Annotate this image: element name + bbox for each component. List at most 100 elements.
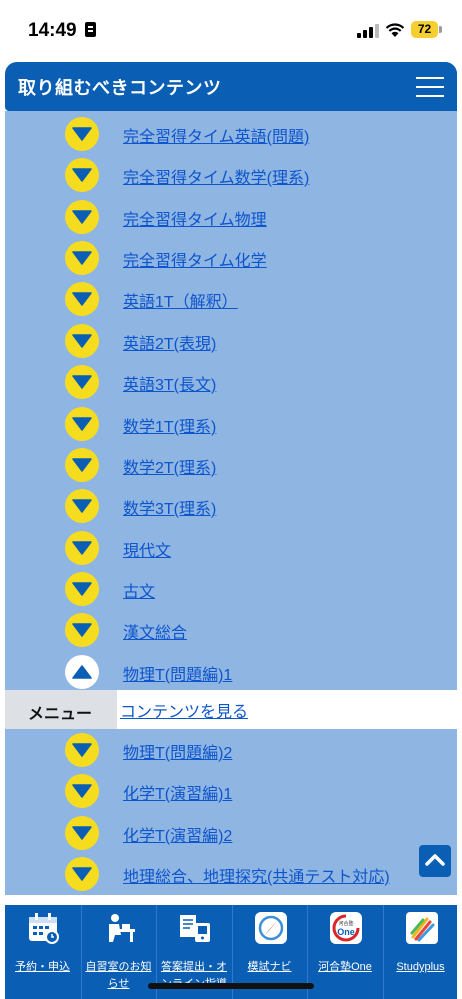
hamburger-icon	[416, 77, 444, 79]
tab-label: 予約・申込	[15, 961, 70, 973]
content-list-item: 化学T(演習編)1	[5, 771, 457, 811]
triangle-down-icon	[72, 867, 92, 881]
hamburger-icon-line	[416, 95, 444, 97]
expand-toggle-button[interactable]	[65, 407, 99, 441]
home-indicator	[148, 983, 314, 989]
battery-icon: 72	[411, 21, 442, 38]
study-desk-icon	[108, 914, 135, 942]
content-list-item: 英語3T(長文)	[5, 362, 457, 402]
answer-submit-icon	[180, 915, 210, 942]
expand-toggle-button[interactable]	[65, 241, 99, 275]
tab-label: 自習室のお知らせ	[85, 961, 152, 990]
expand-toggle-button[interactable]	[65, 489, 99, 523]
content-link[interactable]: 数学3T(理系)	[123, 495, 216, 519]
content-link[interactable]: 数学2T(理系)	[123, 454, 216, 478]
triangle-down-icon	[72, 168, 92, 182]
expand-toggle-button[interactable]	[65, 365, 99, 399]
expand-toggle-button[interactable]	[65, 733, 99, 767]
content-list-item: 数学2T(理系)	[5, 445, 457, 485]
triangle-down-icon	[72, 127, 92, 141]
content-link[interactable]: 物理T(問題編)2	[123, 739, 232, 763]
expand-toggle-button[interactable]	[65, 158, 99, 192]
expand-toggle-button[interactable]	[65, 857, 99, 891]
content-link[interactable]: 英語1T（解釈）	[123, 288, 238, 312]
tab-label: 模試ナビ	[247, 961, 292, 973]
svg-text:河合塾: 河合塾	[338, 920, 353, 927]
expand-toggle-button[interactable]	[65, 324, 99, 358]
compass-icon	[254, 912, 287, 944]
content-link[interactable]: 英語2T(表現)	[123, 330, 216, 354]
expanded-item-menu: メニュー コンテンツを見る	[0, 690, 462, 729]
content-link[interactable]: 完全習得タイム英語(問題)	[123, 123, 309, 147]
content-list-item: 物理T(問題編)1	[5, 652, 457, 692]
triangle-down-icon	[72, 251, 92, 265]
triangle-down-icon	[72, 210, 92, 224]
tab-label: Studyplus	[396, 961, 445, 973]
id-card-icon	[85, 22, 96, 37]
tab-kawaijuku-one[interactable]: 河合塾 One 河合塾One	[307, 905, 382, 999]
page-header: 取り組むべきコンテンツ	[5, 62, 457, 111]
content-link[interactable]: 化学T(演習編)2	[123, 822, 232, 846]
content-list-item: 古文	[5, 569, 457, 609]
content-link[interactable]: 現代文	[123, 537, 171, 561]
triangle-down-icon	[72, 784, 92, 798]
triangle-down-icon	[72, 417, 92, 431]
tab-study-desk[interactable]: 自習室のお知らせ	[80, 905, 156, 999]
triangle-down-icon	[72, 582, 92, 596]
calendar-icon	[29, 913, 59, 944]
triangle-down-icon	[72, 541, 92, 555]
expand-toggle-button[interactable]	[65, 572, 99, 606]
content-link[interactable]: 漢文総合	[123, 619, 187, 643]
content-link[interactable]: 完全習得タイム数学(理系)	[123, 164, 309, 188]
hamburger-menu-button[interactable]	[407, 62, 457, 111]
content-list-item: 完全習得タイム英語(問題)	[5, 114, 457, 154]
content-list-item: 物理T(問題編)2	[5, 730, 457, 770]
content-list-item: 現代文	[5, 528, 457, 568]
content-list-item: 完全習得タイム物理	[5, 197, 457, 237]
content-link[interactable]: 数学1T(理系)	[123, 413, 216, 437]
content-link[interactable]: 英語3T(長文)	[123, 371, 216, 395]
content-link[interactable]: 古文	[123, 578, 155, 602]
menu-label: メニュー	[28, 706, 93, 723]
expand-toggle-button[interactable]	[65, 613, 99, 647]
expand-toggle-button[interactable]	[65, 816, 99, 850]
expand-toggle-button[interactable]	[65, 448, 99, 482]
expand-toggle-button[interactable]	[65, 282, 99, 316]
view-contents-link[interactable]: コンテンツを見る	[120, 698, 248, 722]
content-list-item: 数学3T(理系)	[5, 486, 457, 526]
status-bar: 14:49 72	[0, 0, 462, 58]
svg-text:One: One	[337, 927, 355, 937]
collapse-toggle-button[interactable]	[65, 655, 99, 689]
expand-toggle-button[interactable]	[65, 200, 99, 234]
wifi-icon	[385, 23, 405, 37]
scroll-to-top-button[interactable]	[419, 845, 451, 877]
content-list-item: 英語1T（解釈）	[5, 279, 457, 319]
tab-label: 河合塾One	[318, 961, 372, 973]
content-link[interactable]: 化学T(演習編)1	[123, 780, 232, 804]
cellular-signal-icon	[357, 24, 379, 38]
content-list-item: 英語2T(表現)	[5, 321, 457, 361]
content-link[interactable]: 地理総合、地理探究(共通テスト対応)	[123, 863, 390, 887]
expand-toggle-button[interactable]	[65, 774, 99, 808]
triangle-down-icon	[72, 458, 92, 472]
studyplus-icon	[405, 912, 438, 944]
expand-toggle-button[interactable]	[65, 531, 99, 565]
triangle-down-icon	[72, 499, 92, 513]
status-time: 14:49	[28, 20, 77, 41]
content-link[interactable]: 完全習得タイム物理	[123, 206, 267, 230]
tab-calendar[interactable]: 予約・申込	[5, 905, 80, 999]
content-link[interactable]: 物理T(問題編)1	[123, 661, 232, 685]
triangle-down-icon	[72, 292, 92, 306]
content-list-item: 数学1T(理系)	[5, 404, 457, 444]
content-list: 完全習得タイム英語(問題) 完全習得タイム数学(理系) 完全習得タイム物理 完全習得タ…	[5, 111, 457, 895]
content-list-item: 漢文総合	[5, 610, 457, 650]
hamburger-icon-line	[416, 86, 444, 88]
triangle-down-icon	[72, 623, 92, 637]
content-list-item: 完全習得タイム数学(理系)	[5, 155, 457, 195]
content-link[interactable]: 完全習得タイム化学	[123, 247, 267, 271]
menu-label-box: メニュー	[5, 690, 117, 729]
triangle-down-icon	[72, 826, 92, 840]
expand-toggle-button[interactable]	[65, 117, 99, 151]
triangle-down-icon	[72, 334, 92, 348]
tab-studyplus[interactable]: Studyplus	[382, 905, 458, 999]
